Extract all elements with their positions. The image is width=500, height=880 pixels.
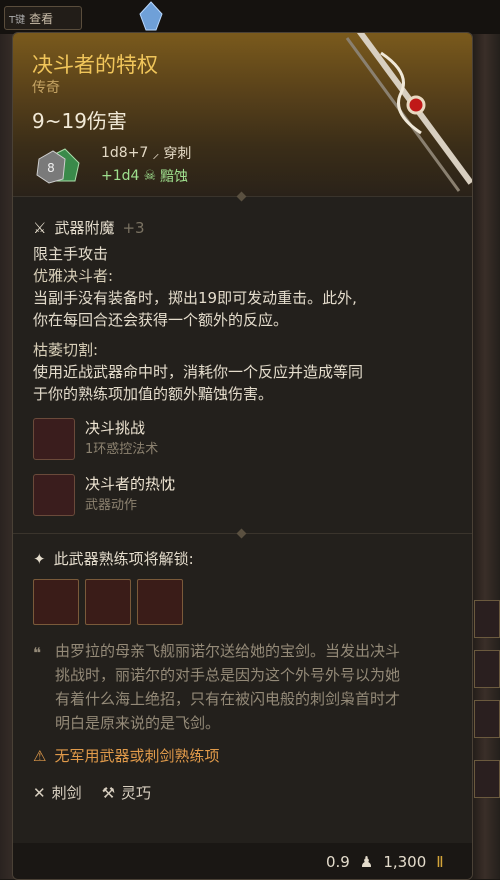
tag-label: 灵巧 (121, 784, 152, 802)
tag-rapier: ✕ 刺剑 (33, 782, 82, 803)
damage-line-necrotic: +1d4 ☠ 黯蚀 (101, 166, 188, 186)
enchant-icon: ⚔ (33, 219, 47, 237)
crystal-icon (139, 1, 163, 31)
coin-icon: Ⅱ (436, 853, 444, 871)
sword-image (345, 33, 472, 192)
duel-challenge-icon (33, 418, 75, 460)
side-slot-4 (474, 760, 500, 798)
action-text: 决斗挑战 1环惑控法术 (85, 417, 158, 461)
proficiency-action-2-icon[interactable] (85, 579, 131, 625)
action-name: 决斗挑战 (85, 419, 146, 437)
lore-text: ❝ 由罗拉的母亲飞舰丽诺尔送给她的宝剑。当发出决斗 挑战时，丽诺尔的对手总是因为… (33, 639, 452, 735)
elegant-duelist-text-2: 你在每回合还会获得一个额外的反应。 (33, 311, 289, 329)
inspect-label: 查看 (29, 11, 54, 26)
weapon-properties: ⚔ 武器附魔 +3 限主手攻击 优雅决斗者: 当副手没有装备时，掷出19即可发动… (13, 197, 472, 523)
warning-icon: ⚠ (33, 746, 47, 765)
tooltip-header: 决斗者的特权 传奇 9~19伤害 8 1d8+7 ⸝ 穿刺 +1d4 ☠ 黯蚀 (13, 33, 472, 196)
finesse-icon: ⚒ (101, 783, 116, 802)
weight-price-row: 0.9 ♟ 1,300 Ⅱ (326, 853, 444, 871)
damage-dice: 1d8+7 (101, 145, 149, 161)
tag-label: 刺剑 (51, 784, 82, 802)
tooltip-footer: 0.9 ♟ 1,300 Ⅱ (13, 843, 472, 879)
action-duel-challenge[interactable]: 决斗挑战 1环惑控法术 (33, 411, 472, 467)
unlock-label: 此武器熟练项将解锁: (53, 550, 194, 568)
withering-cut-text-2: 于你的熟练项加值的额外黯蚀伤害。 (33, 385, 274, 403)
side-slot-1 (474, 600, 500, 638)
item-name: 决斗者的特权 (32, 53, 158, 77)
action-name: 决斗者的热忱 (85, 475, 176, 493)
action-subtitle: 武器动作 (85, 498, 138, 513)
proficiency-action-3-icon[interactable] (137, 579, 183, 625)
necrotic-icon: ☠ (143, 168, 156, 184)
action-duelist-zeal[interactable]: 决斗者的热忱 武器动作 (33, 467, 472, 523)
proficiency-section: ✦ 此武器熟练项将解锁: ❝ 由罗拉的母亲飞舰丽诺尔送给她的宝剑。当发出决斗 挑… (13, 534, 472, 803)
lore-line-4: 明白是原来说的是飞剑。 (55, 714, 221, 732)
key-hint: T键 (9, 14, 26, 26)
elegant-duelist-text-1: 当副手没有装备时，掷出19即可发动重击。此外, (33, 289, 357, 307)
divider (13, 528, 472, 539)
withering-cut-text-1: 使用近战武器命中时，消耗你一个反应并造成等同 (33, 363, 364, 381)
unlock-row: ✦ 此武器熟练项将解锁: (33, 548, 452, 569)
side-slot-3 (474, 700, 500, 738)
enchantment-row: ⚔ 武器附魔 +3 (33, 213, 472, 243)
price-value: 1,300 (383, 853, 427, 871)
d8-dice-icon: 8 (36, 148, 80, 184)
action-subtitle: 1环惑控法术 (85, 442, 159, 457)
tag-finesse: ⚒ 灵巧 (102, 782, 151, 803)
warning-text: 无军用武器或刺剑熟练项 (54, 747, 220, 765)
damage-type: 穿刺 (163, 146, 192, 162)
action-text: 决斗者的热忱 武器动作 (85, 473, 175, 517)
divider (13, 191, 472, 202)
damage-dice: +1d4 (101, 168, 140, 184)
proficiency-action-1-icon[interactable] (33, 579, 79, 625)
damage-line-piercing: 1d8+7 ⸝ 穿刺 (101, 143, 191, 163)
enchant-bonus: +3 (122, 219, 145, 237)
item-rarity: 传奇 (32, 80, 60, 96)
withering-cut-title: 枯萎切割: (33, 341, 99, 359)
main-hand-only: 限主手攻击 (33, 245, 109, 263)
side-slot-2 (474, 650, 500, 688)
lore-line-2: 挑战时，丽诺尔的对手总是因为这个外号外号以为她 (55, 666, 401, 684)
quote-icon: ❝ (33, 644, 42, 662)
enchant-label: 武器附魔 (54, 219, 115, 237)
lore-line-3: 有着什么海上绝招，只有在被闪电般的刺剑枭首时才 (55, 690, 401, 708)
piercing-icon: ⸝ (152, 145, 160, 162)
inspect-button[interactable]: T键 查看 (4, 6, 82, 30)
weight-icon: ♟ (359, 853, 374, 871)
damage-type: 黯蚀 (160, 169, 188, 185)
weapon-tags: ✕ 刺剑 ⚒ 灵巧 (33, 782, 452, 803)
item-tooltip: 决斗者的特权 传奇 9~19伤害 8 1d8+7 ⸝ 穿刺 +1d4 ☠ 黯蚀 … (12, 32, 473, 880)
lightbulb-icon: ✦ (33, 549, 46, 568)
proficiency-warning: ⚠ 无军用武器或刺剑熟练项 (33, 745, 452, 766)
damage-range: 9~19伤害 (32, 109, 127, 133)
duelist-zeal-icon (33, 474, 75, 516)
dice-face: 8 (47, 161, 55, 175)
background-right (470, 0, 500, 879)
elegant-duelist-title: 优雅决斗者: (33, 267, 114, 285)
top-bar: T键 查看 (0, 0, 500, 34)
proficiency-actions (33, 579, 452, 625)
lore-line-1: 由罗拉的母亲飞舰丽诺尔送给她的宝剑。当发出决斗 (55, 642, 401, 660)
weight-value: 0.9 (326, 853, 350, 871)
crossed-swords-icon: ✕ (33, 783, 46, 802)
